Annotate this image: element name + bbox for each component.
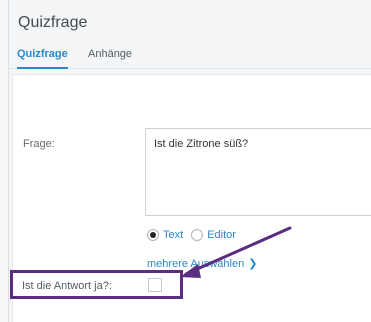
chevron-right-icon: ❯ [248,258,258,270]
question-textarea[interactable]: Ist die Zitrone süß? [145,128,371,216]
dialog-title: Quizfrage [18,14,88,31]
radio-text[interactable] [147,229,159,241]
tab-anhaenge[interactable]: Anhänge [88,48,132,60]
radio-editor-label[interactable]: Editor [207,229,236,241]
multi-select-link-label[interactable]: mehrere Auswählen [147,258,244,270]
tab-quizfrage[interactable]: Quizfrage [17,48,68,69]
question-label: Frage: [23,138,55,150]
format-radio-group: Text Editor [147,227,244,243]
radio-editor[interactable] [191,229,204,241]
tab-bar: Quizfrage Anhänge [8,40,371,69]
multi-select-link[interactable]: mehrere Auswählen ❯ [147,257,257,270]
annotation-highlight-box [10,270,183,299]
quiz-question-dialog: Quizfrage Quizfrage Anhänge Frage: Ist d… [0,0,371,322]
radio-text-label[interactable]: Text [163,229,183,241]
